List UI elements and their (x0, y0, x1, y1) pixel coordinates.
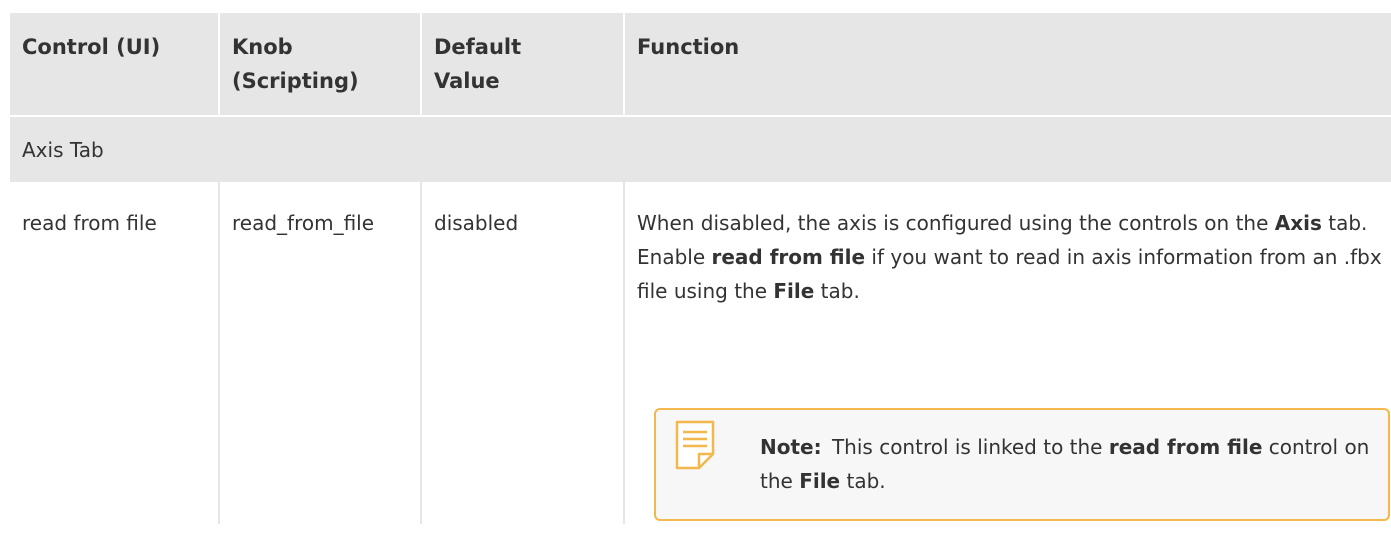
header-function: Function (624, 13, 1391, 116)
note-label: Note: (760, 435, 822, 459)
cell-default: disabled (421, 182, 625, 524)
section-title: Axis Tab (10, 115, 1391, 182)
cell-control: read from file (10, 182, 220, 524)
note-icon (675, 420, 715, 470)
note-text: Note: This control is linked to the read… (760, 435, 1370, 493)
header-control: Control (UI) (10, 13, 220, 116)
table-header-row: Control (UI) Knob (Scripting) Default Valu… (10, 13, 1391, 116)
header-knob: Knob (Scripting) (219, 13, 422, 116)
section-row: Axis Tab (10, 115, 1391, 182)
note-box: Note: This control is linked to the read… (654, 408, 1390, 521)
header-default-value: Default Value (421, 13, 625, 116)
cell-knob: read_from_file (219, 182, 422, 524)
function-description: When disabled, the axis is configured us… (637, 211, 1382, 303)
